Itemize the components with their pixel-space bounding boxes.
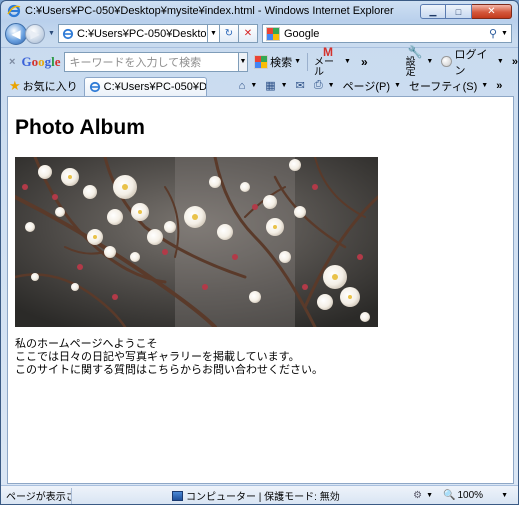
- settings-dropdown-icon[interactable]: ▼: [426, 58, 433, 65]
- security-zone[interactable]: コンピューター | 保護モード: 無効: [172, 488, 340, 503]
- page-menu[interactable]: ページ(P): [343, 78, 390, 94]
- login-dropdown-icon: ▼: [496, 58, 504, 65]
- maximize-button[interactable]: □: [446, 4, 472, 19]
- zoom-level: 100%: [457, 490, 484, 501]
- feeds-icon[interactable]: ▦: [265, 79, 275, 92]
- browser-window: C:¥Users¥PC-050¥Desktop¥mysite¥index.htm…: [0, 0, 519, 505]
- google-search-dropdown-icon[interactable]: ▼: [238, 51, 249, 72]
- google-toolbar: × Google キーワードを入力して検索 ▼ 検索 ▼ M メール ▼ » 🔧…: [1, 46, 518, 78]
- contact-line: このサイトに関する質問はこちらからお問い合わせください。: [15, 364, 323, 376]
- computer-icon: [172, 490, 183, 501]
- forward-arrow-icon: ▶: [30, 26, 40, 41]
- google-logo: Google: [21, 54, 60, 70]
- zoom-control[interactable]: ⚙ ▼ 🔍 100% ▼: [413, 490, 518, 501]
- status-text: ページが表示さ: [6, 492, 71, 503]
- toolbar-overflow-button[interactable]: »: [512, 56, 518, 68]
- mail-icon[interactable]: ✉: [296, 79, 305, 92]
- google-search-placeholder: キーワードを入力して検索: [69, 56, 202, 69]
- refresh-icon: ↻: [224, 28, 234, 39]
- description-line: ここでは日々の日記や写真ギャラリーを掲載しています。: [15, 351, 300, 363]
- command-overflow-button[interactable]: »: [496, 80, 502, 92]
- user-icon: [441, 56, 452, 67]
- gmail-icon: M: [323, 44, 334, 59]
- address-url: C:¥Users¥PC-050¥Desktop¥mysite¥i: [76, 27, 207, 40]
- page-menu-dropdown-icon[interactable]: ▼: [394, 82, 401, 89]
- minimize-button[interactable]: ▁: [420, 4, 446, 19]
- command-bar: ⌂ ▼ ▦ ▼ ✉ ⎙ ▼ ページ(P) ▼ セーフティ(S) ▼ »: [239, 78, 503, 94]
- zoom-dropdown-icon[interactable]: ▼: [501, 492, 508, 499]
- address-row: ◀ ▶ ▼ C:¥Users¥PC-050¥Desktop¥mysite¥i ▼…: [1, 21, 518, 46]
- refresh-button[interactable]: ↻: [219, 24, 239, 43]
- google-search-input[interactable]: キーワードを入力して検索: [64, 51, 239, 72]
- search-button-dropdown-icon: ▼: [294, 58, 302, 65]
- welcome-line: 私のホームページへようこそ: [15, 338, 158, 350]
- window-controls: ▁ □ ✕: [420, 4, 512, 19]
- google-search-button-label: 検索: [270, 56, 293, 69]
- zone-text: コンピューター | 保護モード: 無効: [186, 492, 340, 503]
- home-dropdown-icon[interactable]: ▼: [250, 82, 257, 89]
- feeds-dropdown-icon[interactable]: ▼: [281, 82, 288, 89]
- back-arrow-icon: ◀: [11, 26, 21, 41]
- stop-button[interactable]: ✕: [238, 24, 258, 43]
- google-provider-icon: [265, 26, 280, 41]
- toolbar-close-icon[interactable]: ×: [9, 56, 15, 68]
- settings-button[interactable]: 🔧 設定: [406, 46, 425, 78]
- search-go-icon[interactable]: ⚲: [489, 27, 497, 40]
- toolbar-divider: [307, 52, 308, 71]
- tab-label: C:¥Users¥PC-050¥De...: [103, 81, 207, 93]
- logo-letter: G: [21, 53, 32, 69]
- logo-letter: e: [54, 53, 61, 69]
- home-icon[interactable]: ⌂: [239, 80, 246, 92]
- print-dropdown-icon[interactable]: ▼: [328, 82, 335, 89]
- google-search-button[interactable]: 検索 ▼: [254, 54, 301, 70]
- address-field[interactable]: C:¥Users¥PC-050¥Desktop¥mysite¥i: [57, 24, 208, 43]
- safety-menu[interactable]: セーフティ(S): [409, 78, 477, 94]
- zoom-icon: 🔍: [443, 490, 456, 501]
- favorites-button[interactable]: お気に入り: [23, 78, 78, 94]
- print-icon[interactable]: ⎙: [314, 79, 323, 92]
- page-content: Photo Album 私のホームページへようこそ ここでは日々の日記や写真ギャ…: [7, 96, 514, 484]
- favorites-star-icon[interactable]: ★: [9, 78, 21, 94]
- tab-current-page[interactable]: C:¥Users¥PC-050¥De...: [83, 76, 207, 97]
- toolbar-more-button[interactable]: »: [361, 55, 368, 69]
- history-dropdown-icon[interactable]: ▼: [48, 30, 55, 37]
- status-bar: ページが表示さ コンピューター | 保護モード: 無効 ⚙ ▼ 🔍 100% ▼: [1, 485, 518, 504]
- title-bar: C:¥Users¥PC-050¥Desktop¥mysite¥index.htm…: [1, 1, 518, 21]
- close-button[interactable]: ✕: [472, 4, 512, 19]
- ie-logo-icon: [7, 4, 21, 18]
- protected-mode-dropdown-icon[interactable]: ▼: [426, 492, 433, 499]
- status-divider: [71, 487, 72, 504]
- search-dropdown-icon[interactable]: ▼: [501, 30, 508, 37]
- search-box[interactable]: Google ⚲ ▼: [261, 24, 512, 43]
- gmail-dropdown-icon[interactable]: ▼: [344, 58, 351, 65]
- tab-page-icon: [89, 81, 100, 93]
- login-label: ログイン: [454, 48, 488, 77]
- page-heading: Photo Album: [15, 116, 145, 139]
- welcome-text: 私のホームページへようこそ ここでは日々の日記や写真ギャラリーを掲載しています。…: [15, 338, 323, 377]
- gmail-button[interactable]: M メール: [314, 46, 342, 78]
- favorites-row: ★ お気に入り C:¥Users¥PC-050¥De... ⌂ ▼ ▦ ▼ ✉ …: [1, 75, 518, 97]
- forward-button[interactable]: ▶: [25, 23, 45, 44]
- search-provider-label: Google: [283, 27, 320, 40]
- wrench-icon: 🔧: [407, 44, 423, 59]
- login-button[interactable]: ログイン ▼: [441, 46, 504, 78]
- window-title: C:¥Users¥PC-050¥Desktop¥mysite¥index.htm…: [25, 5, 394, 17]
- stop-icon: ✕: [243, 28, 253, 39]
- page-icon: [62, 28, 74, 39]
- safety-menu-dropdown-icon[interactable]: ▼: [481, 82, 488, 89]
- protected-mode-icon[interactable]: ⚙: [413, 490, 422, 501]
- address-dropdown-icon[interactable]: ▼: [207, 24, 220, 43]
- plum-blossom-photo: [15, 157, 378, 327]
- google-search-icon: [254, 54, 269, 69]
- back-button[interactable]: ◀: [5, 22, 27, 45]
